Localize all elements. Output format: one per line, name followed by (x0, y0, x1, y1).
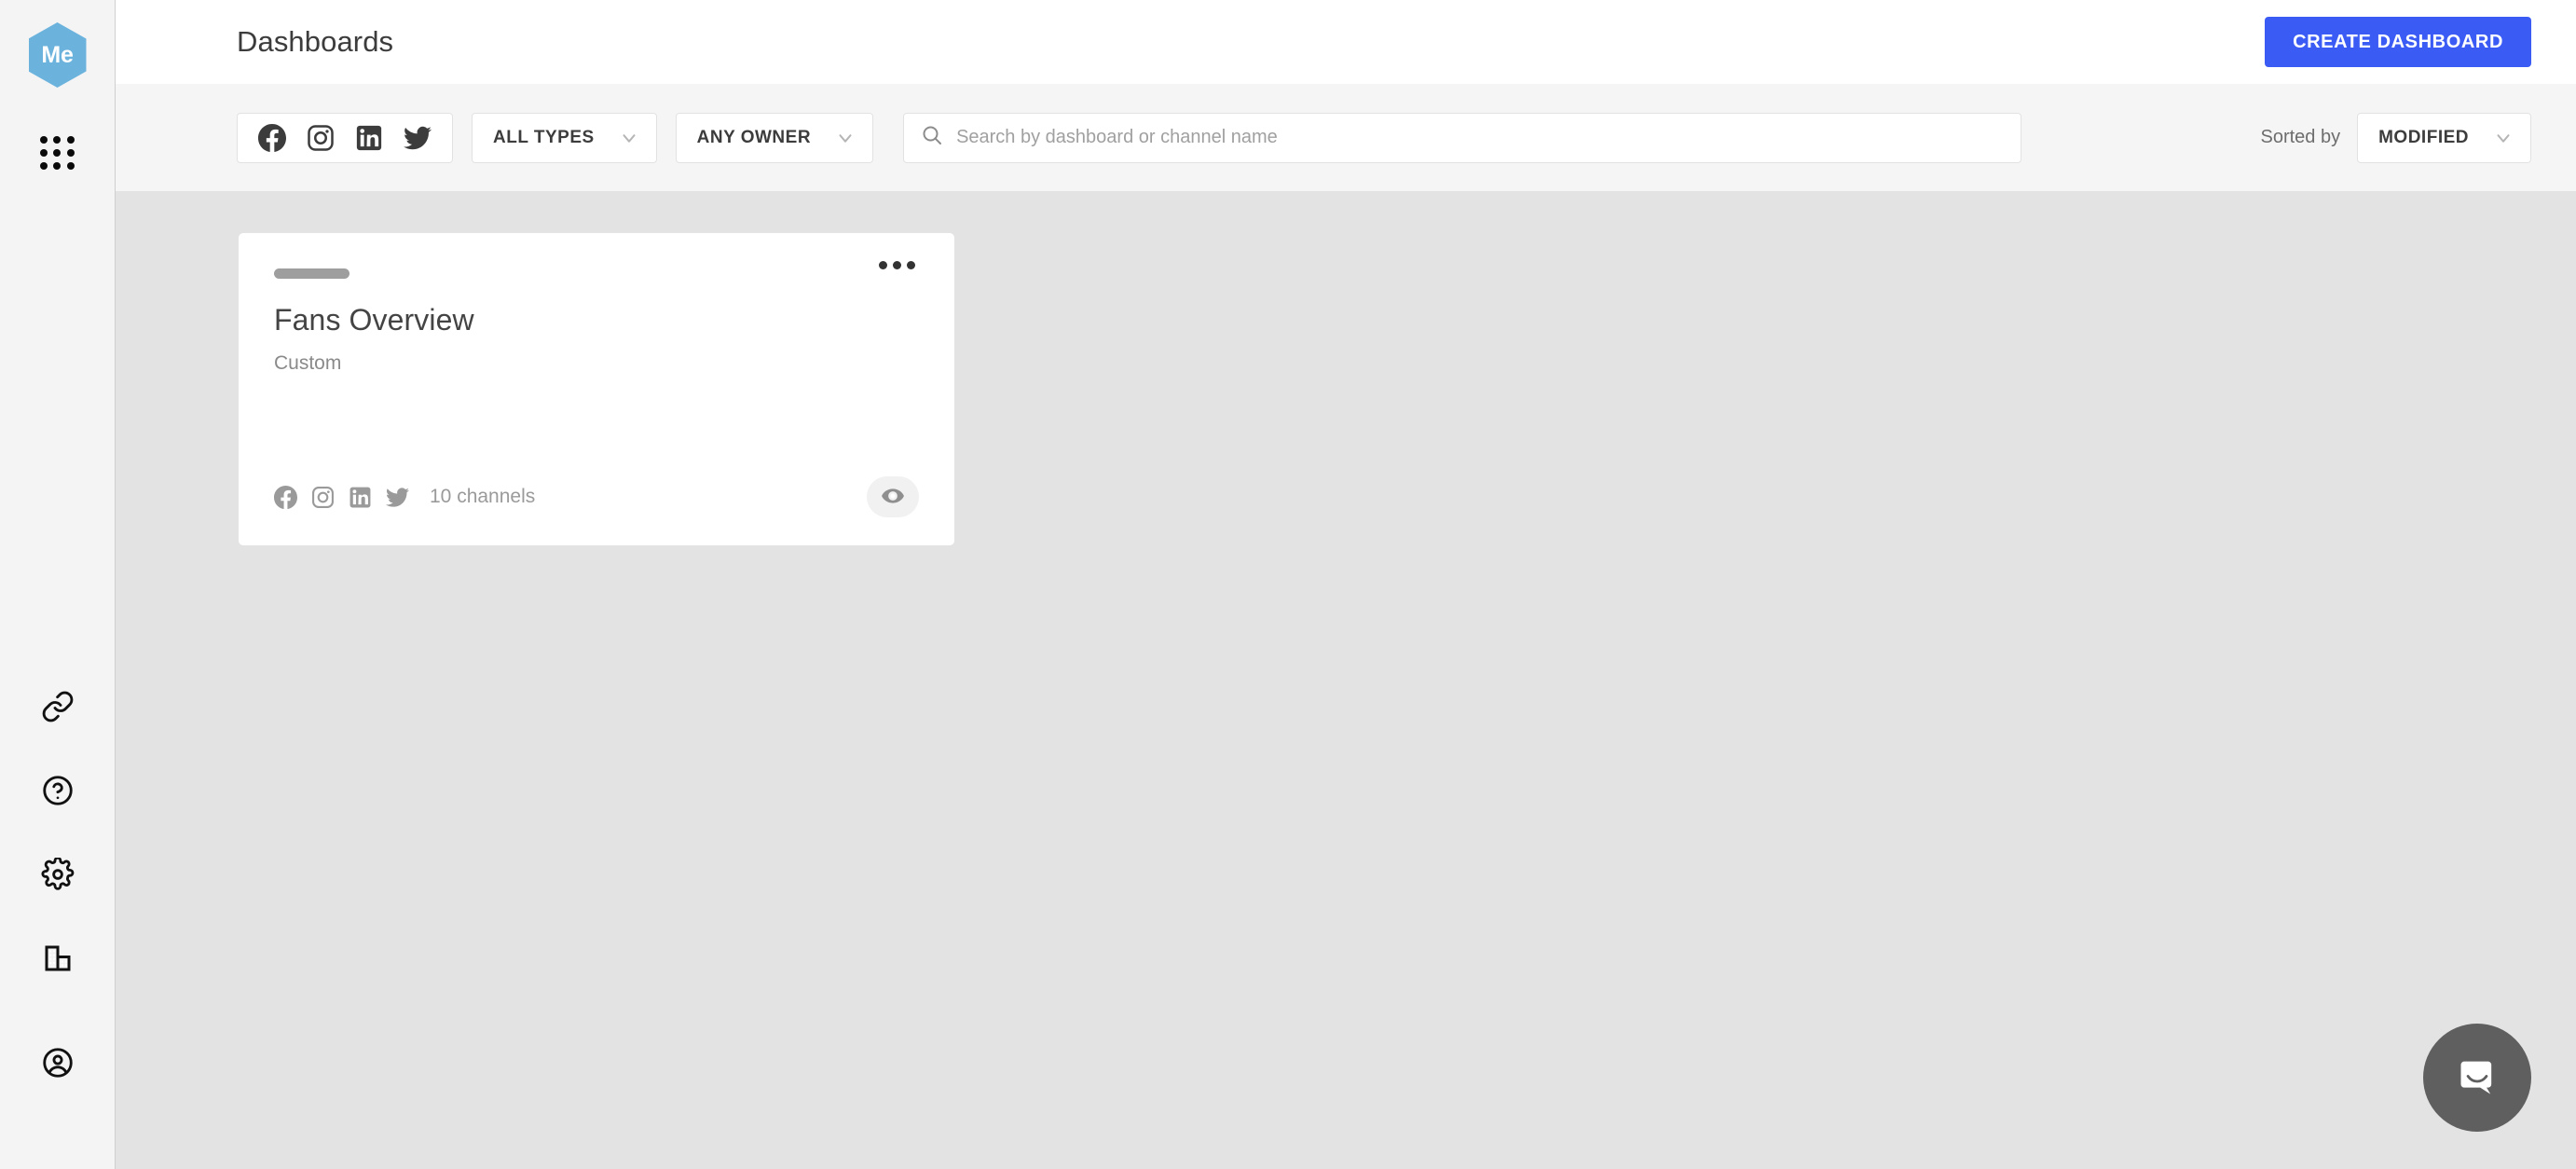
network-filter-group[interactable] (237, 112, 453, 163)
dot (879, 261, 887, 269)
sort-dropdown[interactable]: MODIFIED (2357, 112, 2531, 163)
sort-label: Sorted by (2260, 127, 2341, 147)
sidebar-item-help[interactable] (37, 770, 78, 811)
chevron-down-icon (2493, 128, 2514, 148)
facebook-icon (274, 485, 297, 509)
sidebar: Me (0, 0, 116, 1169)
linkedin-icon (349, 486, 372, 509)
card-placeholder-bar (274, 268, 349, 279)
sidebar-item-integrations[interactable] (37, 686, 78, 727)
building-icon (41, 942, 75, 975)
brand-logo-text: Me (41, 41, 74, 68)
sidebar-item-account[interactable] (37, 1042, 78, 1083)
eye-icon (881, 484, 905, 511)
gear-icon (41, 858, 75, 891)
account-circle-icon (41, 1046, 75, 1080)
card-topbar (274, 261, 919, 279)
owner-filter-label: ANY OWNER (696, 127, 812, 147)
sort-control: Sorted by MODIFIED (2260, 112, 2531, 163)
search-input[interactable] (956, 127, 2005, 148)
twitter-icon[interactable] (404, 124, 432, 152)
type-filter-dropdown[interactable]: ALL TYPES (472, 112, 657, 163)
dot (66, 162, 75, 171)
facebook-icon[interactable] (258, 123, 286, 152)
dot (40, 162, 48, 171)
brand-logo[interactable]: Me (28, 22, 87, 88)
card-channel-list: 10 channels (274, 485, 536, 509)
card-footer: 10 channels (274, 476, 919, 517)
apps-grid-icon[interactable] (37, 132, 78, 173)
create-dashboard-button[interactable]: CREATE DASHBOARD (2265, 17, 2531, 67)
instagram-icon (311, 486, 335, 509)
chat-launcher-button[interactable] (2423, 1024, 2531, 1132)
card-more-options-icon[interactable] (875, 257, 919, 273)
search-box[interactable] (903, 112, 2022, 163)
question-circle-icon (41, 774, 75, 807)
linkedin-icon[interactable] (355, 124, 383, 152)
card-subtitle: Custom (274, 352, 342, 374)
filter-bar: ALL TYPES ANY OWNER Sorted by (116, 84, 2576, 191)
card-preview-button[interactable] (867, 476, 919, 517)
dot (907, 261, 915, 269)
page-title: Dashboards (237, 25, 394, 58)
dot (893, 261, 901, 269)
dot (53, 148, 62, 157)
dot (53, 162, 62, 171)
page-header: Dashboards CREATE DASHBOARD (116, 0, 2576, 84)
dot (40, 148, 48, 157)
chevron-down-icon (835, 128, 856, 148)
dashboard-list: Fans Overview Custom 10 channels (116, 191, 2576, 1169)
search-icon (921, 124, 943, 151)
dot (40, 135, 48, 144)
type-filter-label: ALL TYPES (493, 127, 595, 147)
chevron-down-icon (619, 128, 639, 148)
app-root: Me Dashboards CREATE DASHBOARD ALL TYPES… (0, 0, 2576, 1169)
dot (66, 135, 75, 144)
link-icon (41, 690, 75, 723)
dot (66, 148, 75, 157)
sidebar-bottom-icons (37, 686, 78, 1169)
sidebar-item-organization[interactable] (37, 938, 78, 979)
instagram-icon[interactable] (307, 124, 335, 152)
sidebar-item-settings[interactable] (37, 854, 78, 895)
dot (53, 135, 62, 144)
sort-value: MODIFIED (2378, 127, 2469, 147)
chat-bubble-icon (2451, 1051, 2503, 1106)
twitter-icon (386, 486, 409, 509)
main-column: Dashboards CREATE DASHBOARD ALL TYPES AN… (116, 0, 2576, 1169)
dashboard-card[interactable]: Fans Overview Custom 10 channels (239, 233, 954, 545)
card-channels-count: 10 channels (430, 486, 536, 507)
card-title: Fans Overview (274, 303, 474, 337)
owner-filter-dropdown[interactable]: ANY OWNER (675, 112, 874, 163)
